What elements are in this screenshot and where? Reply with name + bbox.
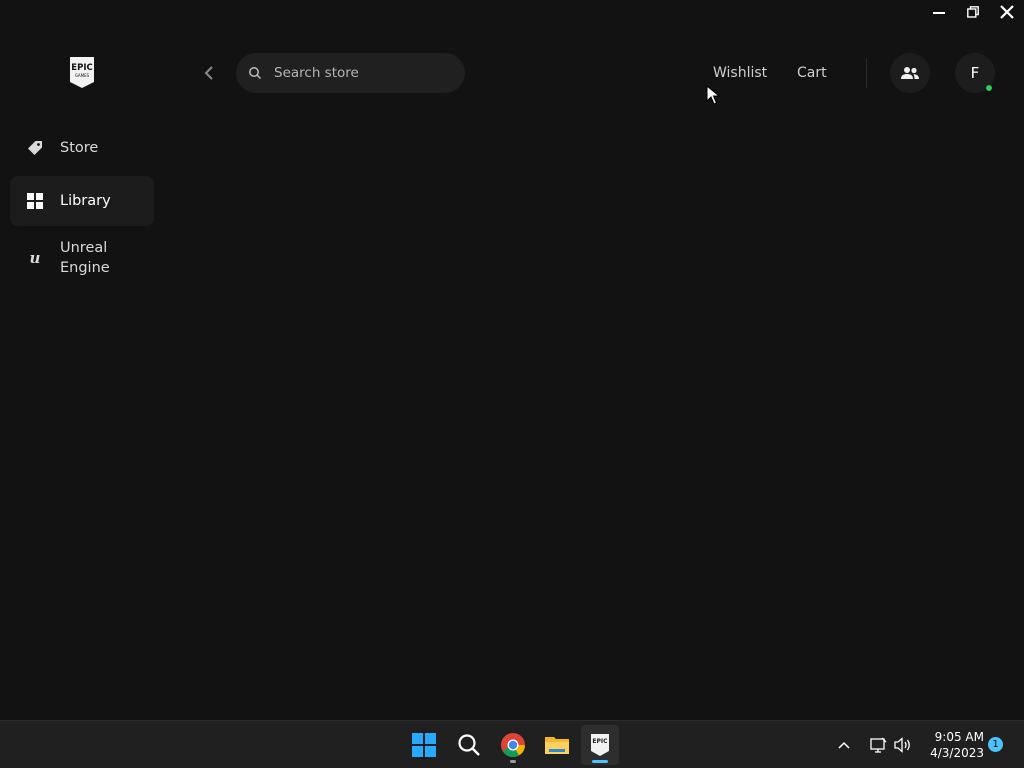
search-box[interactable] bbox=[236, 53, 465, 93]
taskbar-search-button[interactable] bbox=[450, 725, 488, 765]
cursor-icon bbox=[706, 84, 721, 105]
epic-games-logo-icon: EPIC GAMES bbox=[70, 57, 94, 88]
network-button[interactable] bbox=[870, 721, 888, 768]
search-icon bbox=[248, 66, 262, 80]
window-controls bbox=[922, 0, 1024, 24]
clock-time: 9:05 AM bbox=[934, 730, 984, 744]
close-icon bbox=[1000, 5, 1014, 19]
clock[interactable]: 9:05 AM 4/3/2023 bbox=[920, 729, 984, 761]
svg-text:u: u bbox=[30, 249, 41, 267]
taskbar-logo-text: EPIC bbox=[592, 738, 608, 745]
grid-icon bbox=[26, 192, 44, 210]
file-explorer-taskbar-button[interactable] bbox=[538, 725, 576, 765]
sidebar-item-label: Unreal Engine bbox=[60, 238, 110, 278]
clock-date: 4/3/2023 bbox=[930, 746, 984, 760]
sidebar-item-unreal-engine[interactable]: u Unreal Engine bbox=[10, 230, 154, 286]
epic-games-icon: EPIC bbox=[591, 734, 609, 756]
taskbar: EPIC 9:05 AM 4/3/2023 1 bbox=[0, 720, 1024, 768]
epic-games-taskbar-button[interactable]: EPIC bbox=[581, 725, 619, 765]
running-indicator bbox=[510, 760, 516, 763]
avatar-initial: F bbox=[970, 64, 980, 82]
sidebar-item-label: Library bbox=[60, 193, 111, 209]
cart-link[interactable]: Cart bbox=[797, 64, 827, 82]
back-button[interactable] bbox=[198, 62, 220, 84]
friends-icon bbox=[901, 67, 919, 79]
chevron-left-icon bbox=[204, 66, 213, 80]
file-explorer-icon bbox=[545, 737, 569, 754]
sidebar-item-store[interactable]: Store bbox=[10, 124, 154, 172]
chrome-taskbar-button[interactable] bbox=[494, 725, 532, 765]
network-icon bbox=[870, 737, 887, 753]
volume-icon bbox=[894, 737, 910, 753]
chevron-up-icon bbox=[838, 741, 850, 749]
sidebar-item-label: Store bbox=[60, 140, 99, 156]
label-line-1: Unreal bbox=[60, 240, 108, 256]
restore-button[interactable] bbox=[956, 0, 990, 24]
chrome-icon bbox=[501, 733, 525, 758]
logo-text-top: EPIC bbox=[71, 63, 92, 73]
header-divider bbox=[866, 58, 867, 88]
start-button[interactable] bbox=[405, 725, 443, 765]
mouse-cursor bbox=[706, 84, 721, 109]
minimize-button[interactable] bbox=[922, 0, 956, 24]
minimize-icon bbox=[933, 12, 945, 14]
search-input[interactable] bbox=[274, 65, 444, 81]
online-status-indicator bbox=[986, 85, 992, 91]
show-hidden-icons-button[interactable] bbox=[838, 721, 850, 768]
tag-icon bbox=[26, 139, 44, 157]
epic-games-logo[interactable]: EPIC GAMES bbox=[68, 56, 96, 89]
restore-icon bbox=[967, 6, 979, 18]
active-indicator bbox=[592, 760, 608, 763]
sidebar: Store Library u Unreal Engine bbox=[10, 124, 154, 286]
wishlist-link[interactable]: Wishlist bbox=[713, 64, 767, 82]
unreal-engine-icon: u bbox=[26, 249, 44, 267]
logo-text-bottom: GAMES bbox=[75, 73, 90, 78]
search-icon bbox=[458, 734, 480, 756]
notification-badge[interactable]: 1 bbox=[988, 737, 1003, 752]
label-line-2: Engine bbox=[60, 260, 110, 276]
close-button[interactable] bbox=[990, 0, 1024, 24]
volume-button[interactable] bbox=[894, 721, 912, 768]
friends-button[interactable] bbox=[890, 53, 930, 93]
windows-start-icon bbox=[412, 733, 436, 757]
sidebar-item-library[interactable]: Library bbox=[10, 176, 154, 226]
